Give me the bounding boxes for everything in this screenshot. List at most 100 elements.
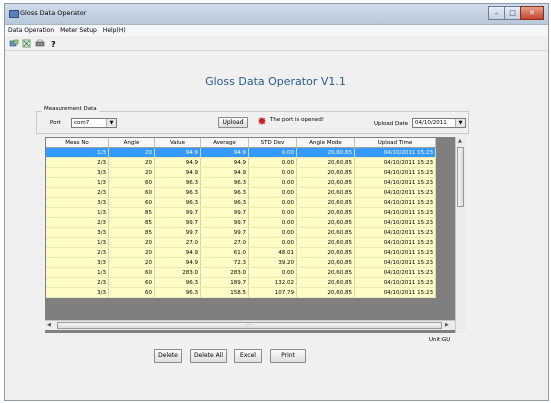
table-cell: 20,60,85 (296, 187, 355, 198)
minimize-button[interactable]: – (488, 6, 505, 20)
col-meas-no[interactable]: Meas No (46, 138, 109, 148)
table-row[interactable]: 3/3 60 96.3 96.3 0.00 20,60,85 04/10/2011 15:2… (46, 197, 436, 208)
table-cell: 20,60,85 (296, 217, 355, 228)
table-cell: 85 (108, 207, 155, 218)
svg-text:?: ? (51, 40, 56, 48)
table-cell: 20,60,85 (296, 167, 355, 178)
table-cell: 0.00 (248, 197, 297, 208)
table-cell: 04/10/2011 15:23 (354, 217, 436, 228)
table-cell: 0.00 (248, 167, 297, 178)
table-cell: 27.0 (154, 237, 201, 248)
table-row[interactable]: 3/3 20 94.9 94.9 0.00 20,60,85 04/10/2011 15:2… (46, 167, 436, 178)
table-row[interactable]: 1/3 60 283.0 283.0 0.00 20,60,85 04/10/2011 15… (46, 267, 436, 278)
horizontal-scroll-thumb[interactable]: ⋯ (57, 322, 442, 329)
table-cell: 04/10/2011 15:23 (354, 167, 436, 178)
table-header-row: Meas No Angle Value Average STD Dev Angl… (46, 138, 436, 148)
table-row[interactable]: 3/3 60 96.3 158.5 107.79 20,60,85 04/10/2011 1… (46, 287, 436, 298)
table-cell: 94.9 (154, 257, 201, 268)
table-cell: 04/10/2011 15:23 (354, 287, 436, 298)
table-cell: 85 (108, 227, 155, 238)
table-cell: 96.3 (154, 277, 201, 288)
col-upload-time[interactable]: Upload Time (354, 138, 436, 148)
table-row[interactable]: 2/3 85 99.7 99.7 0.00 20,60,85 04/10/2011 15:2… (46, 217, 436, 228)
table-cell: 20,60,85 (296, 277, 355, 288)
menu-help[interactable]: Help(H) (103, 27, 126, 34)
table-cell: 0.00 (248, 227, 297, 238)
col-angle[interactable]: Angle (108, 138, 155, 148)
scroll-right-icon[interactable]: ▶ (445, 322, 449, 328)
table-row[interactable]: 2/3 60 96.3 189.7 132.02 20,60,85 04/10/2011 1… (46, 277, 436, 288)
col-value[interactable]: Value (154, 138, 201, 148)
unit-label: Unit:GU (429, 337, 451, 343)
table-cell: 96.3 (200, 187, 249, 198)
table-cell: 20,60,85 (296, 267, 355, 278)
table-cell: 99.7 (154, 227, 201, 238)
table-cell: 94.9 (200, 157, 249, 168)
table-cell: 1/3 (46, 207, 109, 218)
delete-all-button[interactable]: Delete All (190, 349, 227, 363)
upload-date-label: Upload Date (374, 121, 409, 127)
upload-date-picker[interactable]: 04/10/2011 ▼ (412, 118, 466, 128)
data-grid[interactable]: Meas No Angle Value Average STD Dev Angl… (45, 137, 465, 333)
table-cell: 04/10/2011 15:23 (354, 187, 436, 198)
table-cell: 96.3 (154, 197, 201, 208)
menu-meter-setup[interactable]: Meter Setup (60, 27, 97, 34)
table-cell: 61.0 (200, 247, 249, 258)
col-average[interactable]: Average (200, 138, 249, 148)
table-row[interactable]: 2/3 60 96.3 96.3 0.00 20,60,85 04/10/2011 15:2… (46, 187, 436, 198)
table-row[interactable]: 1/3 20 27.0 27.0 0.00 20,60,85 04/10/2011 15:2… (46, 237, 436, 248)
table-cell: 3/3 (46, 287, 109, 298)
print-button[interactable]: Print (270, 349, 306, 363)
table-cell: 60 (108, 267, 155, 278)
table-cell: 60 (108, 187, 155, 198)
delete-button[interactable]: Delete (154, 349, 182, 363)
table-cell: 283.0 (154, 267, 201, 278)
scroll-left-icon[interactable]: ◀ (47, 322, 51, 328)
table-row[interactable]: 2/3 20 94.9 94.9 0.00 20,60,85 04/10/2011 15:2… (46, 157, 436, 168)
print-icon[interactable] (34, 38, 45, 48)
table-cell: 2/3 (46, 247, 109, 258)
table-cell: 20 (108, 257, 155, 268)
excel-button[interactable]: Excel (234, 349, 262, 363)
table-cell: 96.3 (200, 177, 249, 188)
col-angle-mode[interactable]: Angle Mode (296, 138, 355, 148)
table-cell: 60 (108, 177, 155, 188)
help-icon[interactable]: ? (47, 38, 58, 48)
col-std-dev[interactable]: STD Dev (248, 138, 297, 148)
table-cell: 158.5 (200, 287, 249, 298)
scroll-up-icon[interactable]: ▲ (458, 138, 462, 144)
table-cell: 20,60,85 (296, 197, 355, 208)
table-cell: 0.00 (248, 207, 297, 218)
table-cell: 20 (108, 157, 155, 168)
table-cell: 0.00 (248, 267, 297, 278)
vertical-scrollbar[interactable]: ▲ (455, 137, 465, 333)
horizontal-scrollbar[interactable]: ◀ ⋯ ▶ (45, 320, 455, 330)
window-title: Gloss Data Operator (20, 9, 87, 17)
upload-button[interactable]: Upload (218, 117, 248, 128)
table-row[interactable]: 1/3 20 94.9 94.9 0.00 20,60,85 04/10/2011 15:2… (46, 147, 436, 158)
table-cell: 3/3 (46, 197, 109, 208)
table-row[interactable]: 3/3 85 99.7 99.7 0.00 20,60,85 04/10/2011 15:2… (46, 227, 436, 238)
table-cell: 99.7 (154, 217, 201, 228)
vertical-scroll-thumb[interactable] (457, 147, 464, 207)
close-button[interactable]: ✕ (520, 6, 544, 20)
connect-icon[interactable] (8, 38, 19, 48)
table-cell: 94.9 (200, 167, 249, 178)
maximize-button[interactable]: □ (504, 6, 521, 20)
table-cell: 85 (108, 217, 155, 228)
table-cell: 04/10/2011 15:23 (354, 197, 436, 208)
chevron-down-icon[interactable]: ▼ (106, 119, 116, 127)
table-row[interactable]: 1/3 60 96.3 96.3 0.00 20,60,85 04/10/2011 15:2… (46, 177, 436, 188)
table-row[interactable]: 1/3 85 99.7 99.7 0.00 20,60,85 04/10/2011 15:2… (46, 207, 436, 218)
table-cell: 189.7 (200, 277, 249, 288)
chevron-down-icon[interactable]: ▼ (455, 119, 465, 127)
table-row[interactable]: 2/3 20 94.9 61.0 48.01 20,60,85 04/10/2011 15:… (46, 247, 436, 258)
table-row[interactable]: 3/3 20 94.9 72.3 39.20 20,60,85 04/10/2011 15:… (46, 257, 436, 268)
table-cell: 0.00 (248, 187, 297, 198)
table-cell: 60 (108, 197, 155, 208)
table-cell: 20,60,85 (296, 147, 355, 158)
port-select[interactable]: com7 ▼ (71, 118, 117, 128)
table-cell: 3/3 (46, 167, 109, 178)
menu-data-operation[interactable]: Data Operation (8, 27, 54, 34)
export-icon[interactable] (21, 38, 32, 48)
